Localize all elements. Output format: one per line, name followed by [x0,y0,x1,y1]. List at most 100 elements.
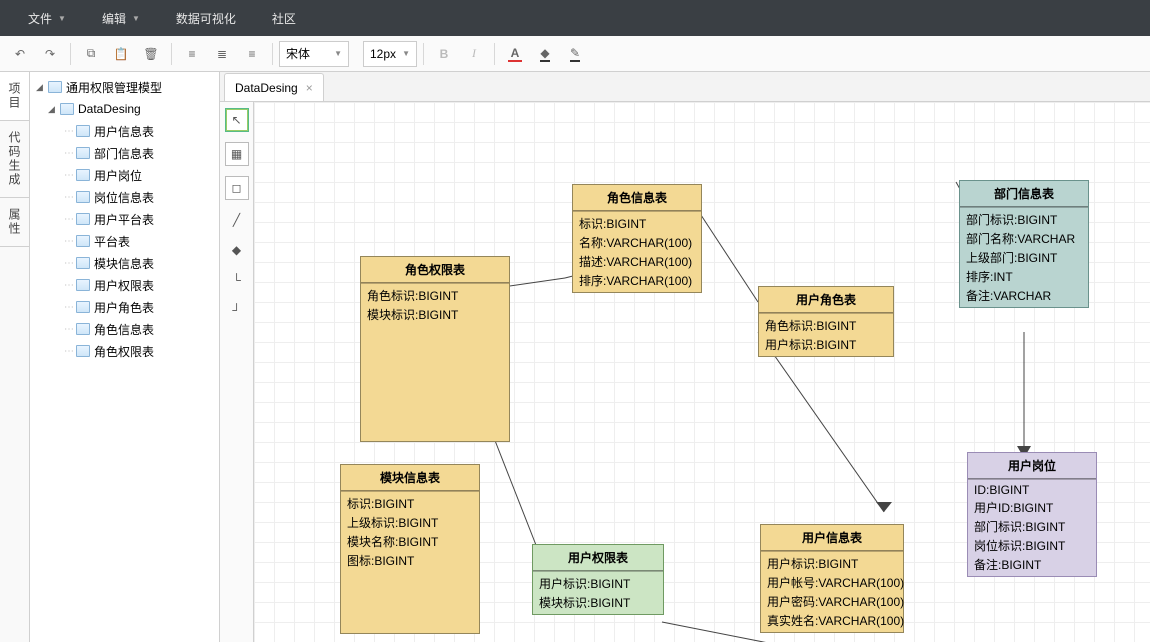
tree-design-label: DataDesing [78,102,141,116]
chevron-down-icon: ▼ [132,14,140,23]
close-icon[interactable]: × [306,81,313,95]
tree-item-label: 角色权限表 [94,343,154,360]
separator [272,43,273,65]
entity-fields: ID:BIGINT 用户ID:BIGINT 部门标识:BIGINT 岗位标识:B… [968,479,1096,576]
tree-item-label: 用户信息表 [94,123,154,140]
entity-user-post[interactable]: 用户岗位 ID:BIGINT 用户ID:BIGINT 部门标识:BIGINT 岗… [967,452,1097,577]
highlight-button[interactable]: ✎ [561,40,589,68]
tree-item[interactable]: ⋯角色信息表 [32,318,217,340]
tree-item[interactable]: ⋯ 用户信息表 [32,120,217,142]
copy-button[interactable]: ⧉ [77,40,105,68]
menu-community-label: 社区 [272,10,296,27]
menu-edit-label: 编辑 [102,10,126,27]
entity-user-info[interactable]: 用户信息表 用户标识:BIGINT 用户帐号:VARCHAR(100) 用户密码… [760,524,904,633]
main: 项目 代码生成 属性 ◢ 通用权限管理模型 ◢ DataDesing ⋯ 用户信息… [0,72,1150,642]
tree-dots: ⋯ [64,280,73,291]
entity-tool[interactable]: ▦ [225,142,249,166]
diamond-line-tool[interactable]: ◆ [225,240,249,260]
menu-edit[interactable]: 编辑 ▼ [84,0,158,36]
field: 上级部门:BIGINT [960,248,1088,267]
undo-button[interactable]: ↶ [6,40,34,68]
tree-item-label: 模块信息表 [94,255,154,272]
menu-community[interactable]: 社区 [254,0,314,36]
tree-item[interactable]: ⋯用户岗位 [32,164,217,186]
tree-item[interactable]: ⋯角色权限表 [32,340,217,362]
menu-dataviz-label: 数据可视化 [176,10,236,27]
fontcolor-button[interactable]: A [501,40,529,68]
tree-item[interactable]: ⋯用户角色表 [32,296,217,318]
tool-palette: ↖ ▦ ◻ ╱ ◆ └ ┘ [220,102,254,642]
field: ID:BIGINT [968,482,1096,498]
entity-fields: 角色标识:BIGINT 用户标识:BIGINT [759,313,893,356]
tree-item-label: 用户角色表 [94,299,154,316]
rail-tab-codegen[interactable]: 代码生成 [0,121,29,198]
tree-dots: ⋯ [64,192,73,203]
tree-dots: ⋯ [64,148,73,159]
tree-item[interactable]: ⋯用户权限表 [32,274,217,296]
entity-module[interactable]: 模块信息表 标识:BIGINT 上级标识:BIGINT 模块名称:BIGINT … [340,464,480,634]
project-tree[interactable]: ◢ 通用权限管理模型 ◢ DataDesing ⋯ 用户信息表 ⋯部门信息表⋯用户岗… [30,72,220,642]
stage-wrap: ↖ ▦ ◻ ╱ ◆ └ ┘ [220,102,1150,642]
redo-button[interactable]: ↷ [36,40,64,68]
bucket-icon: ◆ [540,46,549,62]
tree-item[interactable]: ⋯岗位信息表 [32,186,217,208]
pointer-tool[interactable]: ↖ [225,108,249,132]
entity-department[interactable]: 部门信息表 部门标识:BIGINT 部门名称:VARCHAR 上级部门:BIGI… [959,180,1089,308]
line-tool[interactable]: ╱ [225,210,249,230]
tree-design[interactable]: ◢ DataDesing [32,98,217,120]
tree-item[interactable]: ⋯用户平台表 [32,208,217,230]
delete-button[interactable]: 🗑 [137,40,165,68]
diagram-canvas[interactable]: 角色权限表 角色标识:BIGINT 模块标识:BIGINT 角色信息表 标识:B… [254,102,1150,642]
expand-icon[interactable]: ◢ [36,82,48,93]
elbow-line-tool-2[interactable]: ┘ [225,300,249,320]
table-icon [76,169,90,181]
fontsize-label: 12px [370,47,396,61]
tree-item[interactable]: ⋯部门信息表 [32,142,217,164]
font-select[interactable]: 宋体 ▼ [279,41,349,67]
align-left-button[interactable]: ≡ [178,40,206,68]
paste-button[interactable]: 📋 [107,40,135,68]
bold-button[interactable]: B [430,40,458,68]
entity-user-role[interactable]: 用户角色表 角色标识:BIGINT 用户标识:BIGINT [758,286,894,357]
align-right-button[interactable]: ≡ [238,40,266,68]
tree-dots: ⋯ [64,126,73,137]
side-rail: 项目 代码生成 属性 [0,72,30,642]
document-tabbar: DataDesing × [220,72,1150,102]
separator [171,43,172,65]
note-tool[interactable]: ◻ [225,176,249,200]
tree-item[interactable]: ⋯平台表 [32,230,217,252]
entity-title: 用户权限表 [533,545,663,571]
elbow-line-tool[interactable]: └ [225,270,249,290]
entity-role-permission[interactable]: 角色权限表 角色标识:BIGINT 模块标识:BIGINT [360,256,510,442]
entity-user-permission[interactable]: 用户权限表 用户标识:BIGINT 模块标识:BIGINT [532,544,664,615]
tree-root[interactable]: ◢ 通用权限管理模型 [32,76,217,98]
align-center-button[interactable]: ≣ [208,40,236,68]
rail-tab-props[interactable]: 属性 [0,198,29,247]
entity-title: 角色信息表 [573,185,701,211]
entity-title: 部门信息表 [960,181,1088,207]
field: 标识:BIGINT [573,214,701,233]
field: 部门标识:BIGINT [968,517,1096,536]
rail-tab-project[interactable]: 项目 [0,72,29,121]
menu-dataviz[interactable]: 数据可视化 [158,0,254,36]
entity-fields: 角色标识:BIGINT 模块标识:BIGINT [361,283,509,326]
tree-item[interactable]: ⋯模块信息表 [32,252,217,274]
tree-dots: ⋯ [64,214,73,225]
italic-button[interactable]: I [460,40,488,68]
expand-icon[interactable]: ◢ [48,104,60,115]
doctab-datadesing[interactable]: DataDesing × [224,73,324,101]
menu-file[interactable]: 文件▼ [10,0,84,36]
separator [494,43,495,65]
fontsize-select[interactable]: 12px ▼ [363,41,417,67]
field: 上级标识:BIGINT [341,513,479,532]
table-icon [76,257,90,269]
entity-title: 角色权限表 [361,257,509,283]
work-area: DataDesing × ↖ ▦ ◻ ╱ ◆ └ ┘ [220,72,1150,642]
separator [423,43,424,65]
table-icon [76,191,90,203]
field: 真实姓名:VARCHAR(100) [761,611,903,630]
table-icon [76,345,90,357]
tree-dots: ⋯ [64,236,73,247]
entity-role-info[interactable]: 角色信息表 标识:BIGINT 名称:VARCHAR(100) 描述:VARCH… [572,184,702,293]
fillcolor-button[interactable]: ◆ [531,40,559,68]
